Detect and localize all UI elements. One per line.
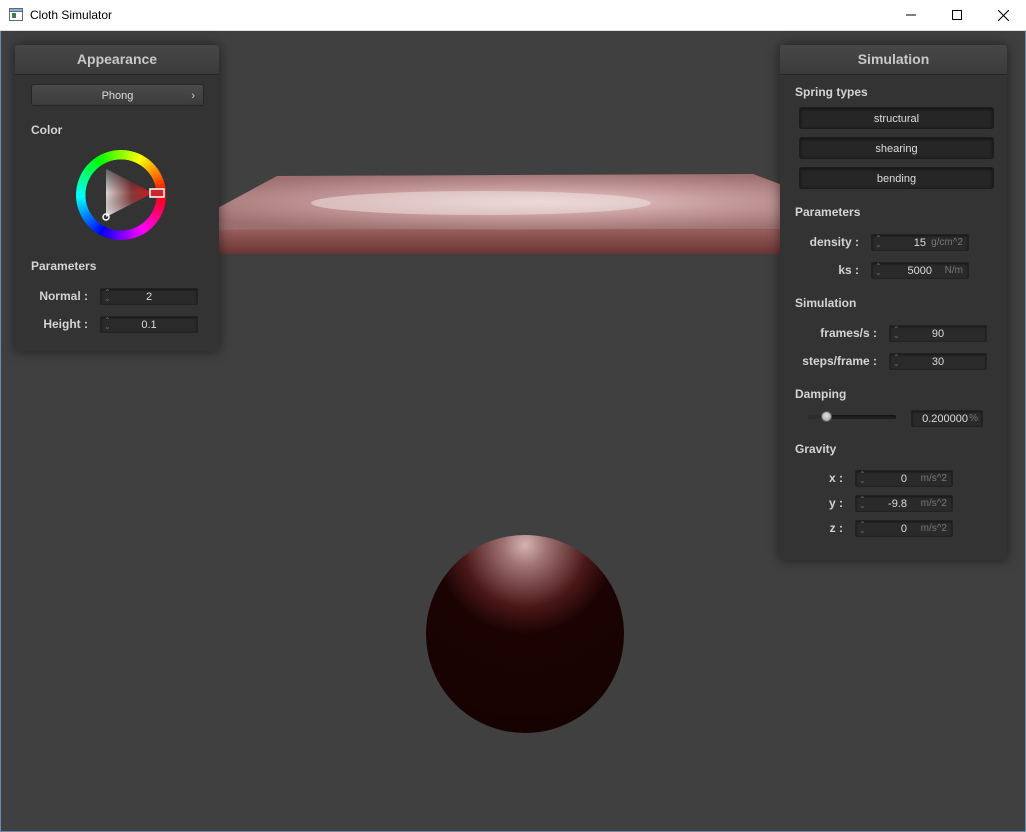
ks-value: 5000 bbox=[907, 265, 932, 277]
steps-input[interactable]: ⌃ ⌄ 30 bbox=[889, 353, 987, 370]
color-wheel[interactable] bbox=[73, 147, 169, 243]
damping-slider[interactable] bbox=[808, 410, 896, 424]
normal-input[interactable]: ⌃ ⌄ 2 bbox=[100, 288, 198, 305]
chevron-right-icon: › bbox=[191, 90, 195, 102]
close-button[interactable] bbox=[980, 0, 1026, 30]
title-bar: Cloth Simulator bbox=[0, 0, 1026, 31]
gravity-x-value: 0 bbox=[900, 473, 907, 485]
density-label: density : bbox=[809, 235, 859, 249]
fps-value: 90 bbox=[931, 328, 945, 340]
simulation-panel-title: Simulation bbox=[780, 45, 1007, 75]
damping-slider-handle[interactable] bbox=[820, 411, 832, 422]
gravity-z-input[interactable]: ⌃ ⌄ 0 m/s^2 bbox=[855, 520, 953, 537]
height-value: 0.1 bbox=[141, 319, 157, 331]
simulation-section-label: Simulation bbox=[795, 296, 857, 310]
damping-unit: % bbox=[969, 413, 978, 424]
shader-select-value: Phong bbox=[101, 90, 134, 102]
fps-input[interactable]: ⌃ ⌄ 90 bbox=[889, 325, 987, 342]
spinner-icon: ⌃ ⌄ bbox=[859, 495, 866, 510]
window-border-left bbox=[0, 31, 1, 832]
appearance-panel-title: Appearance bbox=[15, 45, 219, 75]
minimize-button[interactable] bbox=[888, 0, 934, 30]
steps-label: steps/frame : bbox=[802, 354, 877, 368]
gravity-x-unit: m/s^2 bbox=[920, 473, 947, 484]
density-value: 15 bbox=[913, 237, 926, 249]
gravity-z-unit: m/s^2 bbox=[920, 523, 947, 534]
damping-input[interactable]: 0.200000 % bbox=[911, 410, 983, 427]
hue-cursor[interactable] bbox=[149, 188, 165, 198]
height-label: Height : bbox=[43, 317, 88, 331]
normal-label: Normal : bbox=[39, 289, 88, 303]
ks-unit: N/m bbox=[944, 265, 963, 276]
height-input[interactable]: ⌃ ⌄ 0.1 bbox=[100, 316, 198, 333]
spinner-icon: ⌃ ⌄ bbox=[875, 262, 882, 277]
app-icon bbox=[9, 8, 23, 21]
appearance-panel: Appearance Phong › Color Parameters Norm… bbox=[15, 45, 219, 351]
minimize-icon bbox=[906, 14, 916, 16]
damping-label: Damping bbox=[795, 387, 847, 401]
gravity-x-input[interactable]: ⌃ ⌄ 0 m/s^2 bbox=[855, 470, 953, 487]
spinner-icon: ⌃ ⌄ bbox=[859, 520, 866, 535]
normal-value: 2 bbox=[145, 291, 153, 303]
gravity-x-label: x : bbox=[828, 471, 843, 485]
color-label: Color bbox=[31, 123, 63, 137]
spinner-icon: ⌃ ⌄ bbox=[875, 234, 882, 249]
gravity-y-input[interactable]: ⌃ ⌄ -9.8 m/s^2 bbox=[855, 495, 953, 512]
collision-sphere bbox=[426, 535, 624, 733]
spring-types-label: Spring types bbox=[795, 85, 868, 99]
density-unit: g/cm^2 bbox=[931, 237, 963, 248]
appearance-params-label: Parameters bbox=[31, 259, 97, 273]
shader-select[interactable]: Phong › bbox=[31, 84, 204, 106]
structural-toggle[interactable]: structural bbox=[799, 107, 994, 129]
fps-label: frames/s : bbox=[820, 326, 877, 340]
density-input[interactable]: ⌃ ⌄ 15 g/cm^2 bbox=[871, 234, 969, 251]
gravity-z-value: 0 bbox=[900, 523, 907, 535]
steps-value: 30 bbox=[931, 356, 945, 368]
ks-label: ks : bbox=[838, 263, 859, 277]
damping-value: 0.200000 bbox=[922, 413, 968, 425]
simulation-panel: Simulation Spring types structural shear… bbox=[780, 45, 1007, 560]
close-icon bbox=[997, 9, 1009, 21]
gravity-label: Gravity bbox=[795, 442, 837, 456]
window-title: Cloth Simulator bbox=[30, 8, 113, 22]
spinner-icon: ⌃ ⌄ bbox=[859, 470, 866, 485]
maximize-button[interactable] bbox=[934, 0, 980, 30]
gravity-y-unit: m/s^2 bbox=[920, 498, 947, 509]
ks-input[interactable]: ⌃ ⌄ 5000 N/m bbox=[871, 262, 969, 279]
bending-toggle[interactable]: bending bbox=[799, 167, 994, 189]
gravity-y-value: -9.8 bbox=[888, 498, 907, 510]
sim-parameters-label: Parameters bbox=[795, 205, 861, 219]
gravity-z-label: z : bbox=[829, 521, 843, 535]
gravity-y-label: y : bbox=[828, 496, 843, 510]
maximize-icon bbox=[952, 10, 962, 20]
shearing-toggle[interactable]: shearing bbox=[799, 137, 994, 159]
